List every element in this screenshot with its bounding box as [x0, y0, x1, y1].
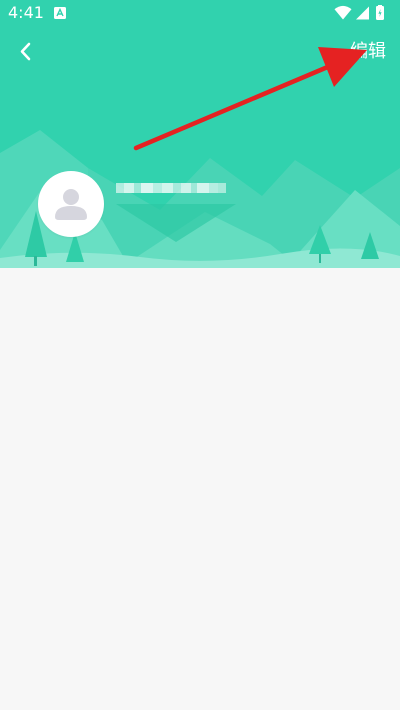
- pixel-block: [209, 183, 218, 193]
- app-notification-icon: [54, 7, 66, 19]
- content-area: [0, 268, 400, 710]
- tree-trunk: [319, 254, 321, 263]
- status-icons: [334, 5, 384, 20]
- pixel-block: [116, 183, 124, 193]
- back-button[interactable]: [12, 38, 40, 66]
- username-obscured: [116, 179, 236, 197]
- pixel-block: [162, 183, 173, 193]
- status-bar: 4:41: [0, 0, 400, 28]
- cellular-signal-icon: [356, 6, 369, 20]
- pixel-block: [153, 183, 162, 193]
- profile-header: 4:41 编辑: [0, 0, 400, 268]
- pixel-block: [124, 183, 134, 193]
- pixel-block: [218, 183, 226, 193]
- user-avatar-icon: [55, 189, 87, 220]
- battery-icon: [376, 5, 384, 20]
- edit-button[interactable]: 编辑: [350, 38, 386, 66]
- chevron-left-icon: [20, 42, 31, 61]
- avatar[interactable]: [38, 171, 104, 237]
- pixel-block: [141, 183, 153, 193]
- pixel-block: [134, 183, 141, 193]
- profile-screen: 4:41 编辑: [0, 0, 400, 710]
- wifi-icon: [334, 5, 352, 20]
- tree-trunk: [34, 256, 37, 266]
- pixel-block: [173, 183, 181, 193]
- status-time: 4:41: [8, 3, 44, 22]
- pixel-block: [181, 183, 191, 193]
- pixel-block: [197, 183, 209, 193]
